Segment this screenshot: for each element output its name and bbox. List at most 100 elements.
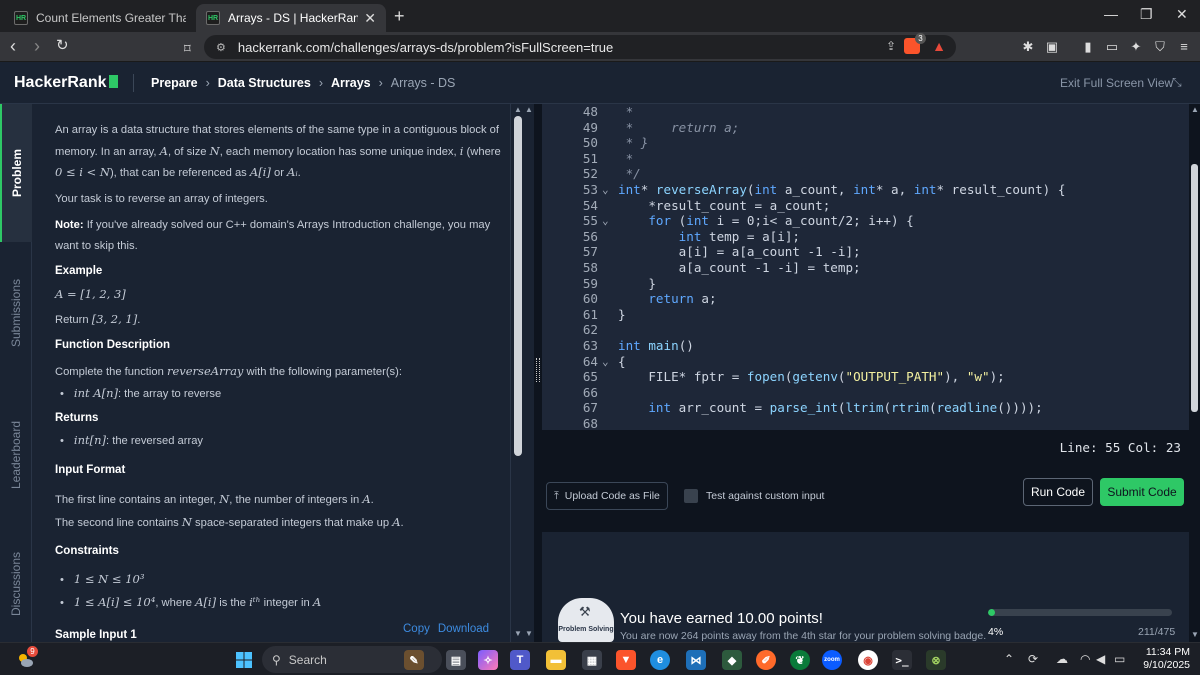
browser-tab-count-elements[interactable]: HR Count Elements Greater Than Previou <box>4 4 196 32</box>
sync-icon[interactable]: ⟳ <box>1028 652 1038 666</box>
upload-code-button[interactable]: ⤒ Upload Code as File <box>546 482 668 510</box>
editor-scrollbar[interactable]: ▲ ▼ <box>1189 104 1200 642</box>
code-line[interactable]: 48 * <box>542 104 1189 120</box>
reload-icon[interactable]: ↻ <box>56 36 69 56</box>
zoom-icon[interactable]: zoom <box>822 650 842 670</box>
chevron-up-icon[interactable]: ⌃ <box>1004 652 1014 666</box>
code-line[interactable]: 64 ⌄ { <box>542 354 1189 370</box>
scroll-up-icon[interactable]: ▲ <box>514 105 522 114</box>
code-line[interactable]: 57 a[i] = a[a_count -1 -i]; <box>542 244 1189 260</box>
scroll-down-icon[interactable]: ▼ <box>1191 630 1199 639</box>
terminal-icon[interactable]: >_ <box>892 650 912 670</box>
tab-problem[interactable]: Problem <box>0 104 32 242</box>
restore-icon[interactable]: ❐ <box>1140 6 1153 23</box>
code-editor[interactable]: 48 * 49 * return a; 50 * } 51 * 52 */53 ⌄ int*… <box>542 104 1189 430</box>
edge-icon[interactable]: e <box>650 650 670 670</box>
code-line[interactable]: 52 */ <box>542 166 1189 182</box>
address-bar[interactable]: ⚙ hackerrank.com/challenges/arrays-ds/pr… <box>204 33 956 59</box>
wifi-icon[interactable]: ◠ <box>1080 652 1090 666</box>
code-line[interactable]: 50 * } <box>542 135 1189 151</box>
tab-leaderboard[interactable]: Leaderboard <box>0 384 32 526</box>
code-line[interactable]: 60 return a; <box>542 291 1189 307</box>
code-line[interactable]: 61} <box>542 307 1189 323</box>
code-line[interactable]: 66 <box>542 385 1189 401</box>
store-icon[interactable]: ▦ <box>582 650 602 670</box>
custom-input-checkbox[interactable] <box>684 489 698 503</box>
teams-icon[interactable]: T <box>510 650 530 670</box>
menu-icon[interactable]: ≡ <box>1176 39 1192 55</box>
share-icon[interactable]: ⇪ <box>886 39 896 53</box>
vscode-icon[interactable]: ⋈ <box>686 650 706 670</box>
copilot-icon[interactable]: ✧ <box>478 650 498 670</box>
sidebar-icon[interactable]: ▮ <box>1080 39 1096 55</box>
download-link[interactable]: Download <box>438 623 489 635</box>
brave-rewards-icon[interactable]: ▲ <box>932 38 946 54</box>
exit-fullscreen-link[interactable]: Exit Full Screen View <box>1060 76 1173 90</box>
leo-ai-icon[interactable]: ✦ <box>1128 39 1144 55</box>
git-icon[interactable]: ◆ <box>722 650 742 670</box>
copy-link[interactable]: Copy <box>403 623 430 635</box>
tab-submissions[interactable]: Submissions <box>0 242 32 384</box>
run-code-button[interactable]: Run Code <box>1023 478 1093 506</box>
submit-code-button[interactable]: Submit Code <box>1100 478 1184 506</box>
app-icon[interactable]: ⊗ <box>926 650 946 670</box>
code-line[interactable]: 53 ⌄ int* reverseArray(int a_count, int* a… <box>542 182 1189 198</box>
scroll-thumb[interactable] <box>1191 164 1198 412</box>
chrome-icon[interactable]: ◉ <box>858 650 878 670</box>
code-line[interactable]: 58 a[a_count -1 -i] = temp; <box>542 260 1189 276</box>
volume-icon[interactable]: ◀ <box>1096 652 1105 666</box>
wallet-icon[interactable]: ▭ <box>1104 39 1120 55</box>
new-tab-icon[interactable]: + <box>394 6 405 27</box>
reader-icon[interactable]: ▣ <box>1044 39 1060 55</box>
code-line[interactable]: 49 * return a; <box>542 120 1189 136</box>
scroll-down-icon[interactable]: ▼ <box>514 629 522 638</box>
minimize-icon[interactable]: — <box>1104 6 1118 22</box>
browser-tab-arrays-ds[interactable]: HR Arrays - DS | HackerRank ✕ <box>196 4 386 32</box>
code-line[interactable]: 65 FILE* fptr = fopen(getenv("OUTPUT_PAT… <box>542 369 1189 385</box>
code-line[interactable]: 51 * <box>542 151 1189 167</box>
fold-chevron-icon[interactable]: ⌄ <box>602 182 609 198</box>
back-icon[interactable]: ‹ <box>10 36 16 56</box>
hackerrank-logo[interactable]: HackerRank <box>14 74 118 92</box>
close-window-icon[interactable]: ✕ <box>1176 6 1188 23</box>
widgets-icon[interactable]: ✎ <box>404 650 424 670</box>
site-settings-icon[interactable]: ⚙ <box>216 41 226 54</box>
scroll-thumb[interactable] <box>514 116 522 456</box>
code-line[interactable]: 67 int arr_count = parse_int(ltrim(rtrim… <box>542 400 1189 416</box>
file-explorer-icon[interactable]: ▬ <box>546 650 566 670</box>
breadcrumb-arrays[interactable]: Arrays <box>331 76 371 90</box>
line-number: 61 <box>582 306 598 322</box>
code-line[interactable]: 68 <box>542 416 1189 430</box>
resize-handle[interactable] <box>536 358 540 382</box>
scroll-up-icon[interactable]: ▲ <box>1191 105 1199 114</box>
fold-chevron-icon[interactable]: ⌄ <box>602 213 609 229</box>
breadcrumb-data-structures[interactable]: Data Structures <box>218 76 311 90</box>
system-clock[interactable]: 11:34 PM 9/10/2025 <box>1138 646 1190 672</box>
battery-icon[interactable]: ▭ <box>1114 652 1125 666</box>
vpn-icon[interactable]: ⛉ <box>1152 39 1168 55</box>
task-view-icon[interactable]: ▤ <box>446 650 466 670</box>
breadcrumb-prepare[interactable]: Prepare <box>151 76 198 90</box>
collapse-icon[interactable]: ⤡ <box>1172 75 1182 90</box>
windows-start-icon[interactable] <box>234 650 254 670</box>
fold-chevron-icon[interactable]: ⌄ <box>602 354 609 370</box>
problem-scrollbar[interactable]: ▲ ▼ ▲ ▼ <box>510 104 534 642</box>
code-line[interactable]: 63 int main() <box>542 338 1189 354</box>
scroll-up-icon[interactable]: ▲ <box>525 105 533 114</box>
code-line[interactable]: 54 *result_count = a_count; <box>542 198 1189 214</box>
brave-icon[interactable]: ▼ <box>616 650 636 670</box>
postman-icon[interactable]: ✐ <box>756 650 776 670</box>
scroll-down-icon[interactable]: ▼ <box>525 629 533 638</box>
code-line[interactable]: 56 int temp = a[i]; <box>542 229 1189 245</box>
cloud-icon[interactable]: ☁ <box>1056 652 1068 666</box>
close-tab-icon[interactable]: ✕ <box>364 10 376 27</box>
custom-input-label[interactable]: Test against custom input <box>706 490 824 502</box>
mongodb-icon[interactable]: ❦ <box>790 650 810 670</box>
forward-icon[interactable]: › <box>34 36 40 56</box>
bookmark-icon[interactable]: ⌑ <box>184 39 191 59</box>
code-line[interactable]: 59 } <box>542 276 1189 292</box>
tab-discussions[interactable]: Discussions <box>0 526 32 642</box>
code-line[interactable]: 55 ⌄ for (int i = 0;i< a_count/2; i++) { <box>542 213 1189 229</box>
extensions-icon[interactable]: ✱ <box>1020 39 1036 55</box>
code-line[interactable]: 62 <box>542 322 1189 338</box>
